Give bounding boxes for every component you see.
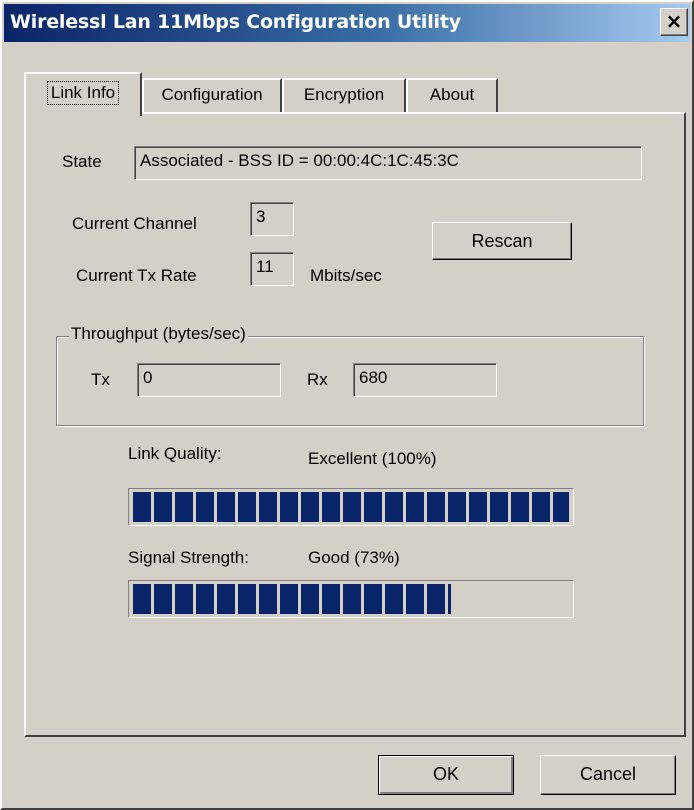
throughput-group: Throughput (bytes/sec) Tx 0 Rx 680 <box>56 324 644 426</box>
state-label: State <box>62 152 102 171</box>
state-field: Associated - BSS ID = 00:00:4C:1C:45:3C <box>134 146 642 180</box>
config-utility-window: Wirelessl Lan 11Mbps Configuration Utili… <box>0 0 694 810</box>
rescan-button[interactable]: Rescan <box>432 222 572 260</box>
tab-encryption-label: Encryption <box>303 85 385 104</box>
tab-about-label: About <box>429 85 475 104</box>
signal-strength-bar <box>128 580 574 618</box>
tab-about[interactable]: About <box>406 78 498 114</box>
tab-configuration[interactable]: Configuration <box>142 78 282 114</box>
close-button[interactable]: × <box>660 8 688 36</box>
tab-link-info-label: Link Info <box>46 81 120 105</box>
signal-strength-value: Good (73%) <box>308 548 400 567</box>
close-icon: × <box>665 9 683 33</box>
current-channel-label: Current Channel <box>72 214 197 233</box>
current-tx-rate-label: Current Tx Rate <box>76 266 197 285</box>
cancel-button[interactable]: Cancel <box>540 755 676 795</box>
rx-bytes-field: 680 <box>353 363 497 397</box>
tx-bytes-field: 0 <box>137 363 281 397</box>
signal-strength-fill <box>133 584 452 614</box>
window-title: Wirelessl Lan 11Mbps Configuration Utili… <box>10 11 461 33</box>
current-channel-field: 3 <box>250 202 294 236</box>
title-bar[interactable]: Wirelessl Lan 11Mbps Configuration Utili… <box>4 4 690 42</box>
current-tx-rate-field: 11 <box>250 252 294 286</box>
tab-configuration-label: Configuration <box>161 85 263 104</box>
link-quality-bar <box>128 488 574 526</box>
tx-rate-unit: Mbits/sec <box>310 266 382 285</box>
link-info-panel: State Associated - BSS ID = 00:00:4C:1C:… <box>24 112 686 737</box>
tx-label: Tx <box>91 370 110 389</box>
rx-label: Rx <box>307 370 328 389</box>
signal-strength-label: Signal Strength: <box>128 548 249 567</box>
link-quality-value: Excellent (100%) <box>308 449 437 468</box>
ok-button[interactable]: OK <box>378 755 514 795</box>
throughput-legend: Throughput (bytes/sec) <box>69 324 248 344</box>
tab-encryption[interactable]: Encryption <box>282 78 406 114</box>
link-quality-label: Link Quality: <box>128 444 222 463</box>
tab-link-info[interactable]: Link Info <box>24 72 142 116</box>
link-quality-fill <box>133 492 569 522</box>
